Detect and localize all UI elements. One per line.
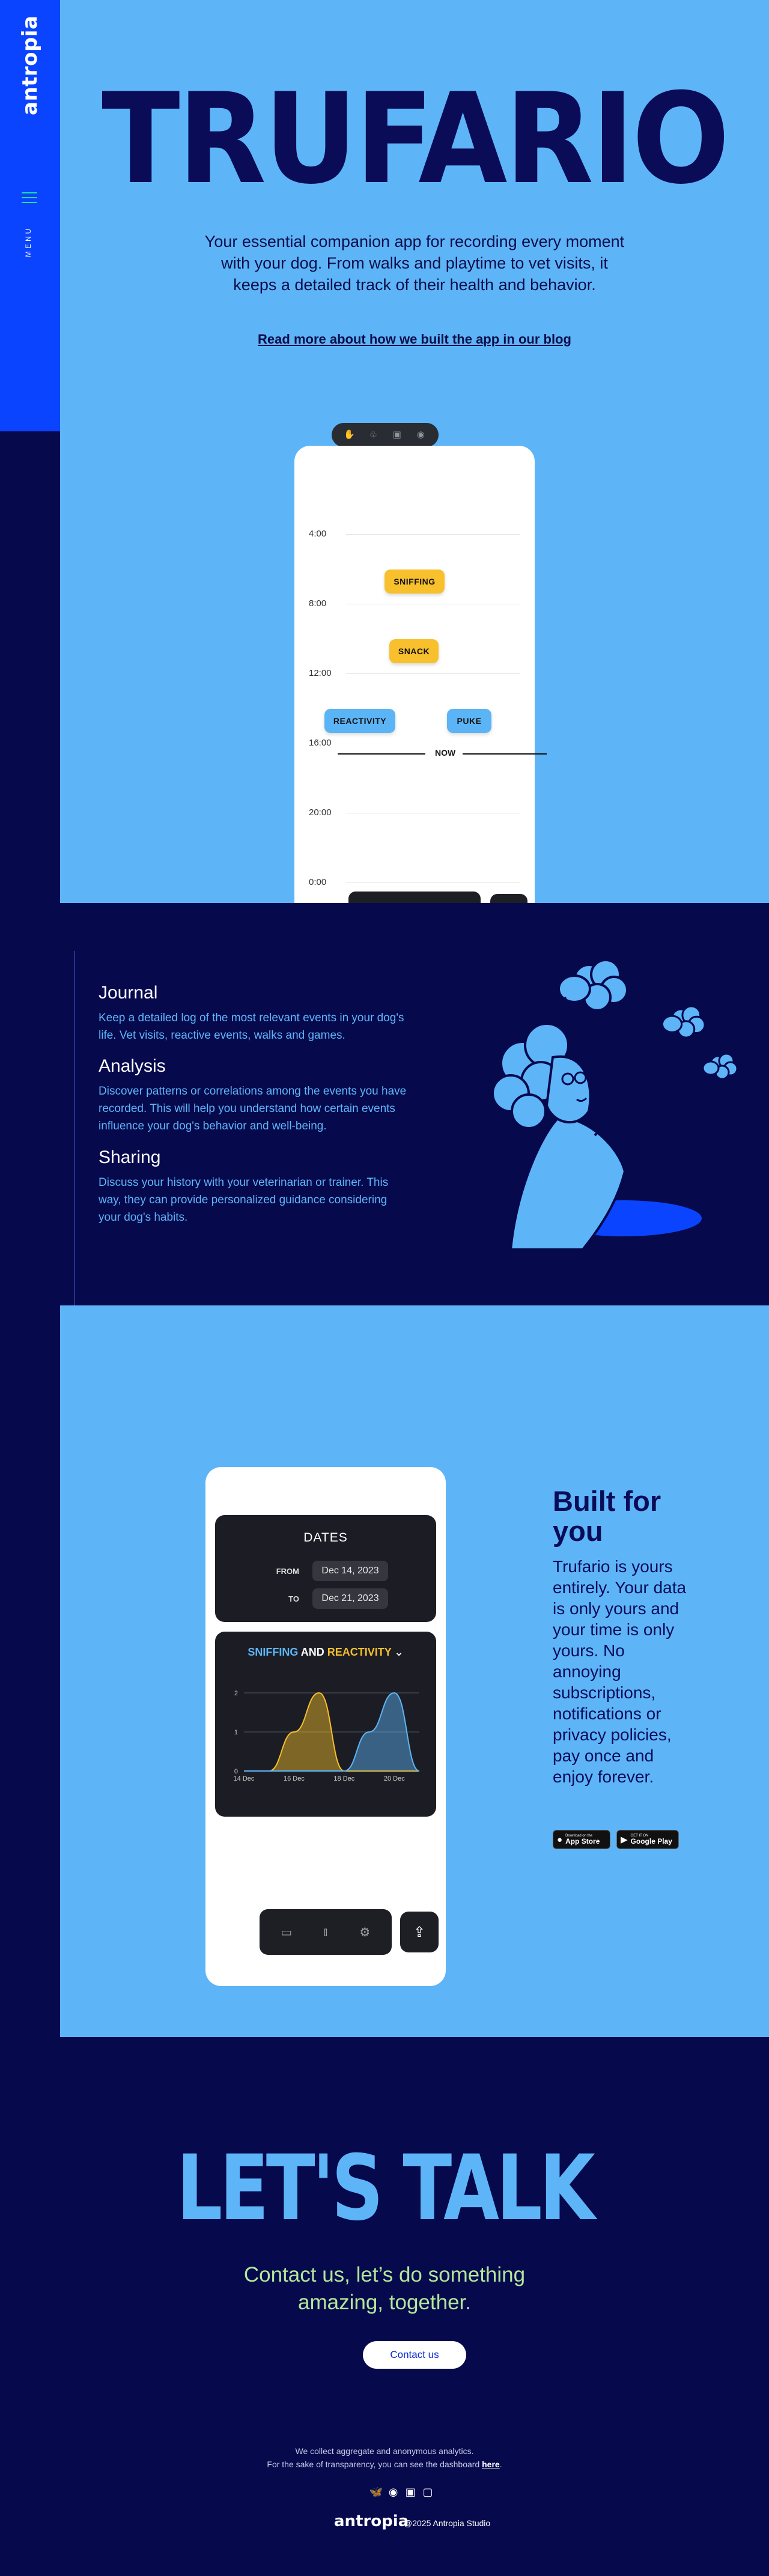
phone-nav-bar (348, 892, 481, 903)
hero-title: TRUFARIO (102, 67, 730, 212)
hamburger-icon (22, 192, 37, 205)
dog-owner-illustration (491, 959, 738, 1251)
built-title: Built for you (553, 1485, 661, 1547)
contact-button[interactable]: Contact us (363, 2341, 466, 2369)
feature-title-journal: Journal (99, 983, 158, 1003)
social-links: 🦋 ◉ ▣ ▢ (369, 2485, 435, 2500)
timeline-row: 0:00 (309, 877, 520, 889)
series2-label: REACTIVITY (327, 1646, 392, 1658)
dates-card: DATES FROM Dec 14, 2023 TO Dec 21, 2023 (215, 1515, 436, 1622)
divider (74, 951, 75, 1305)
bluesky-icon[interactable]: 🦋 (369, 2485, 383, 2499)
chart-icon[interactable]: ⫾ (317, 1925, 335, 1939)
feature-text-analysis: Discover patterns or correlations among … (99, 1085, 407, 1132)
x-tick-label: 20 Dec (384, 1775, 405, 1782)
github-icon[interactable]: ◉ (386, 2485, 401, 2499)
chevron-down-icon: ⌄ (394, 1646, 404, 1658)
gear-icon[interactable]: ⚙ (356, 1925, 374, 1940)
to-date-field[interactable]: Dec 21, 2023 (312, 1588, 388, 1609)
footer-brand[interactable]: antropia (334, 2512, 409, 2530)
y-tick-label: 0 (234, 1768, 238, 1775)
built-description: Trufario is yours entirely. Your data is… (553, 1557, 687, 1786)
timeline-row: 16:00 (309, 738, 332, 748)
app-store-badge[interactable]: ● Download on the App Store (553, 1830, 610, 1849)
event-tag-snack[interactable]: SNACK (389, 639, 439, 663)
x-tick-label: 18 Dec (333, 1775, 354, 1782)
to-label: TO (288, 1594, 299, 1603)
series-selector[interactable]: SNIFFING AND REACTIVITY ⌄ (215, 1646, 436, 1659)
dashboard-note: For the sake of transparency, you can se… (267, 2459, 502, 2469)
y-tick-label: 1 (234, 1729, 238, 1736)
linkedin-icon[interactable]: ▣ (403, 2485, 418, 2499)
phone-action-button[interactable] (490, 894, 527, 903)
timeline-row: 20:00 (309, 807, 520, 819)
sidebar: antropia MENU (0, 0, 60, 431)
contact-tagline: Contact us, let’s do something amazing, … (243, 2263, 526, 2314)
google-play-badge[interactable]: ▶ GET IT ON Google Play (616, 1830, 679, 1849)
timeline-row: 4:00 (309, 529, 520, 541)
feature-title-sharing: Sharing (99, 1147, 161, 1167)
analytics-note: We collect aggregate and anonymous analy… (295, 2446, 474, 2456)
leaf-icon[interactable]: ♧ (366, 428, 380, 442)
apple-icon: ● (557, 1834, 563, 1845)
dates-title: DATES (303, 1531, 348, 1545)
share-icon[interactable]: ⇪ (400, 1912, 439, 1952)
copyright: @2025 Antropia Studio (404, 2518, 491, 2528)
phone-mockup-timeline: 4:00 8:00 12:00 16:00 20:00 0:00 SNIFFIN… (294, 446, 535, 903)
feature-text-journal: Keep a detailed log of the most relevant… (99, 1012, 404, 1042)
feature-text-sharing: Discuss your history with your veterinar… (99, 1176, 389, 1224)
dashboard-link[interactable]: here (482, 2459, 500, 2469)
x-tick-label: 16 Dec (284, 1775, 305, 1782)
timeline-row: 8:00 (309, 598, 520, 610)
feature-title-analysis: Analysis (99, 1056, 166, 1076)
y-tick-label: 2 (234, 1690, 238, 1697)
menu-label: MENU (24, 226, 32, 257)
from-label: FROM (276, 1567, 299, 1576)
settings-icon[interactable]: ◉ (414, 428, 427, 442)
paw-icon[interactable]: ✋ (343, 428, 356, 442)
hero-section: TRUFARIO Your essential companion app fo… (60, 0, 769, 903)
timeline-row: 12:00 (309, 668, 520, 680)
chart-card: SNIFFING AND REACTIVITY ⌄ 0 1 2 14 Dec 16 De… (215, 1632, 436, 1817)
series1-label: SNIFFING (248, 1646, 299, 1658)
event-tag-puke[interactable]: PUKE (447, 709, 491, 733)
play-icon: ▶ (621, 1835, 628, 1845)
hero-description: Your essential companion app for recordi… (204, 232, 625, 294)
book-icon[interactable]: ▭ (278, 1925, 296, 1940)
blog-link[interactable]: Read more about how we built the app in … (60, 332, 769, 347)
x-tick-label: 14 Dec (234, 1775, 255, 1782)
app-toolbar: ✋ ♧ ▣ ◉ (332, 423, 439, 447)
and-label: AND (300, 1646, 324, 1658)
lets-talk-heading: LET'S TALK (176, 2136, 595, 2241)
from-date-field[interactable]: Dec 14, 2023 (312, 1561, 388, 1581)
event-tag-reactivity[interactable]: REACTIVITY (324, 709, 395, 733)
brand-logo[interactable]: antropia (13, 16, 49, 120)
camera-icon[interactable]: ▣ (391, 428, 404, 442)
menu-button[interactable]: MENU (18, 190, 42, 262)
bottom-nav: ▭ ⫾ ⚙ (260, 1909, 392, 1955)
mastodon-icon[interactable]: ▢ (421, 2485, 435, 2499)
area-chart: 0 1 2 14 Dec 16 Dec 18 Dec 20 Dec (234, 1690, 420, 1782)
event-tag-sniffing[interactable]: SNIFFING (384, 570, 445, 594)
